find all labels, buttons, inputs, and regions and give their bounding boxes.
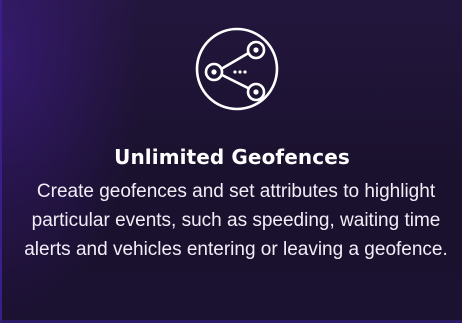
- feature-title: Unlimited Geofences: [114, 145, 350, 169]
- feature-card: Unlimited Geofences Create geofences and…: [0, 0, 462, 323]
- feature-description: Create geofences and set attributes to h…: [24, 181, 448, 260]
- share-nodes-icon: [194, 26, 280, 112]
